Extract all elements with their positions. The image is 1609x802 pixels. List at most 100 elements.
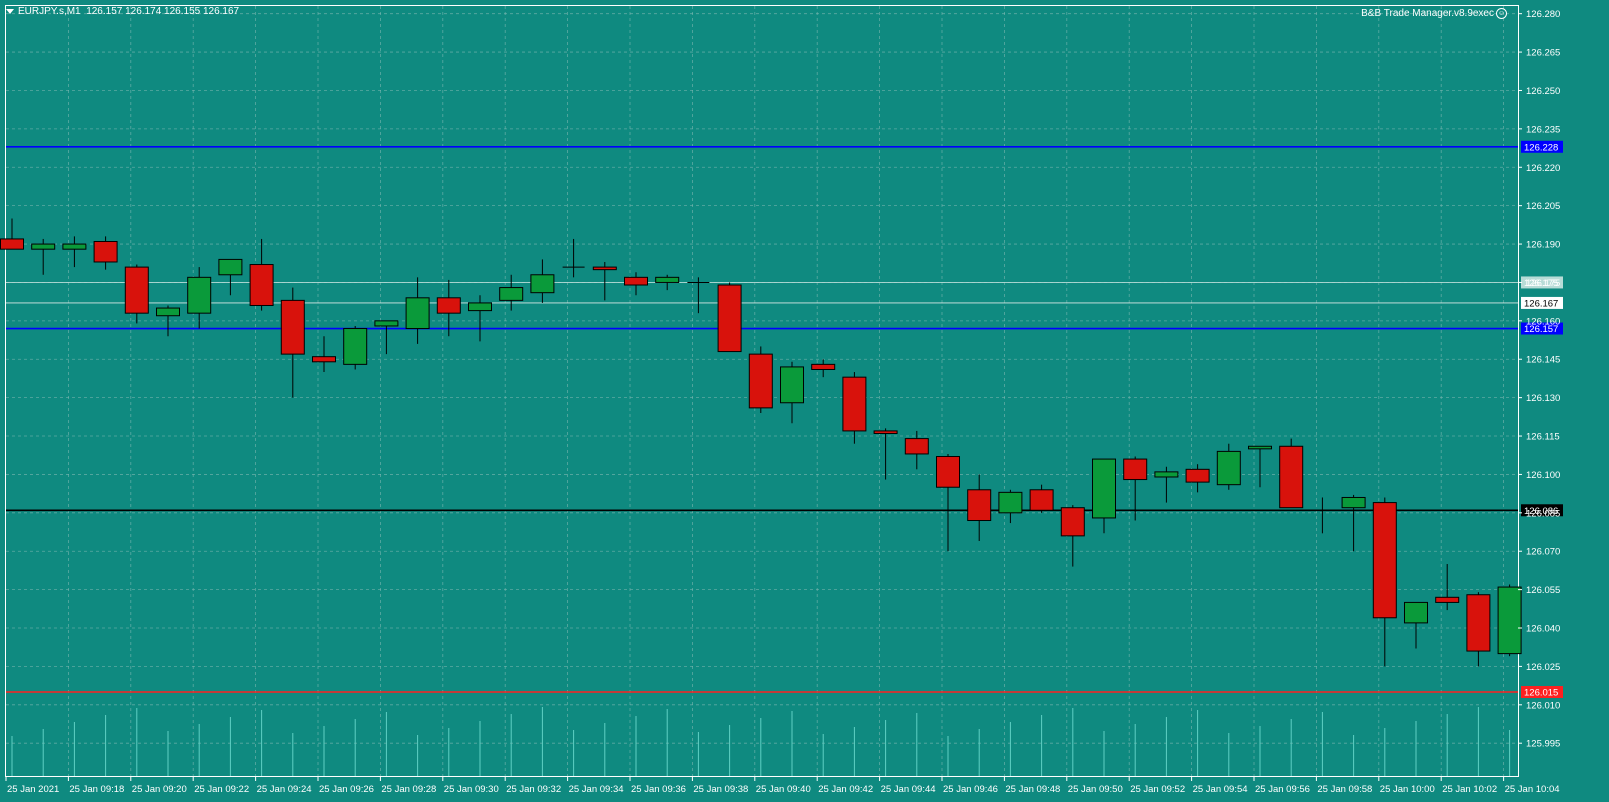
y-tick-label: 126.130 — [1526, 393, 1560, 404]
x-tick-label: 25 Jan 2021 — [7, 784, 59, 795]
x-tick-label: 25 Jan 09:50 — [1068, 784, 1123, 795]
y-tick-label: 126.040 — [1526, 624, 1560, 635]
candle-bear — [748, 353, 773, 409]
candle-bull — [499, 287, 524, 301]
x-tick-label: 25 Jan 09:18 — [69, 784, 124, 795]
candle-bull — [1154, 471, 1179, 478]
candle-bear — [1435, 596, 1460, 603]
x-tick-label: 25 Jan 09:30 — [444, 784, 499, 795]
candle-bull — [1092, 458, 1116, 519]
x-tick-label: 25 Jan 09:28 — [381, 784, 436, 795]
candle-bear — [811, 363, 836, 370]
candle-bear — [1060, 507, 1085, 537]
candle-bull — [218, 258, 243, 276]
candle-bull — [1216, 450, 1241, 486]
candle-bear — [93, 240, 118, 263]
y-tick-label: 126.220 — [1526, 163, 1560, 174]
x-tick-label: 25 Jan 09:36 — [631, 784, 686, 795]
candle-bull — [655, 276, 680, 283]
x-tick-label: 25 Jan 09:32 — [506, 784, 561, 795]
x-tick-label: 25 Jan 09:34 — [569, 784, 624, 795]
y-tick-label: 126.025 — [1526, 662, 1560, 673]
candle-bull — [468, 302, 492, 312]
y-tick-label: 126.190 — [1526, 240, 1560, 251]
candle-bear — [717, 284, 742, 353]
symbol-label: EURJPY.s,M1 — [18, 6, 81, 17]
x-tick-label: 25 Jan 09:24 — [257, 784, 312, 795]
candle-bear — [1123, 458, 1148, 481]
candle-bull — [780, 366, 804, 404]
y-tick-label: 126.145 — [1526, 355, 1560, 366]
candle-bear — [592, 266, 617, 271]
candle-bear — [1372, 502, 1397, 619]
x-tick-label: 25 Jan 09:26 — [319, 784, 374, 795]
x-tick-label: 25 Jan 09:52 — [1130, 784, 1185, 795]
y-axis: 126.280 126.265 126.250 126.235 126.220 126.2… — [1518, 9, 1560, 750]
y-tick-label: 126.055 — [1526, 585, 1560, 596]
candle-bull — [405, 297, 430, 330]
candle-bull — [374, 320, 399, 327]
x-tick-label: 25 Jan 09:48 — [1005, 784, 1060, 795]
expert-name: B&B Trade Manager.v8.9exec — [1361, 8, 1494, 20]
x-tick-label: 25 Jan 09:56 — [1255, 784, 1310, 795]
y-tick-label: 126.010 — [1526, 700, 1560, 711]
horizontal-lines-layer: 126.228126.157126.086126.015126.175126.1… — [6, 140, 1563, 699]
candle-bull — [187, 276, 212, 314]
candle-bull — [1404, 601, 1428, 624]
x-tick-label: 25 Jan 09:46 — [943, 784, 998, 795]
candle-bull — [31, 243, 56, 250]
candle-bear — [1185, 468, 1210, 483]
bid-line-label: 126.167 — [1524, 298, 1558, 309]
y-tick-label: 126.250 — [1526, 86, 1560, 97]
y-tick-label: 126.205 — [1526, 201, 1560, 212]
candlestick-chart[interactable]: 126.228126.157126.086126.015126.175126.1… — [0, 0, 1609, 802]
candle-bear — [124, 266, 149, 314]
x-tick-label: 25 Jan 09:22 — [194, 784, 249, 795]
x-tick-label: 25 Jan 09:40 — [756, 784, 811, 795]
candle-bear — [280, 299, 305, 355]
candle-bear — [624, 276, 648, 286]
candle-bull — [1497, 586, 1522, 655]
candles-layer — [0, 218, 1522, 667]
x-tick-label: 25 Jan 10:04 — [1505, 784, 1560, 795]
volume-layer — [11, 707, 1511, 776]
y-tick-label: 126.160 — [1526, 316, 1560, 327]
y-tick-label: 126.175 — [1526, 278, 1560, 289]
candle-bear — [967, 489, 992, 522]
x-tick-label: 25 Jan 10:02 — [1442, 784, 1497, 795]
candle-bull — [343, 328, 368, 365]
candle-bear — [1029, 489, 1054, 511]
expert-advisor-label: B&B Trade Manager.v8.9exec ☺ — [1361, 8, 1507, 19]
level-label: 126.228 — [1524, 142, 1558, 153]
y-tick-label: 126.280 — [1526, 9, 1560, 20]
smiley-icon: ☺ — [1496, 8, 1507, 19]
y-tick-label: 126.085 — [1526, 508, 1560, 519]
chart-header: EURJPY.s,M1 126.157 126.174 126.155 126.… — [6, 6, 239, 17]
x-tick-label: 25 Jan 09:54 — [1193, 784, 1248, 795]
y-tick-label: 125.995 — [1526, 739, 1560, 750]
x-tick-label: 25 Jan 09:20 — [132, 784, 187, 795]
candle-bear — [842, 376, 867, 432]
candle-bear — [1466, 594, 1491, 652]
level-label: 126.015 — [1524, 688, 1558, 699]
y-tick-label: 126.115 — [1526, 432, 1560, 443]
price-chart[interactable]: 126.228 126.157 126.086 126.015 126.175 126.1… — [0, 0, 1609, 802]
y-tick-label: 126.265 — [1526, 48, 1560, 59]
x-tick-label: 25 Jan 09:38 — [693, 784, 748, 795]
candle-bull — [62, 243, 87, 250]
x-tick-label: 25 Jan 09:44 — [881, 784, 936, 795]
candle-bull — [1248, 445, 1272, 450]
candle-bull — [1341, 496, 1366, 509]
candle-bull — [156, 307, 180, 317]
y-tick-label: 126.070 — [1526, 547, 1560, 558]
x-axis: 25 Jan 2021 25 Jan 09:18 25 Jan 09:20 25 Ja… — [5, 777, 1560, 795]
x-tick-label: 25 Jan 09:58 — [1317, 784, 1372, 795]
x-tick-label: 25 Jan 09:42 — [818, 784, 873, 795]
y-tick-label: 126.100 — [1526, 470, 1560, 481]
candle-bear — [0, 238, 24, 250]
candle-bull — [998, 491, 1023, 514]
candle-bear — [312, 356, 336, 363]
dropdown-triangle-icon[interactable] — [6, 8, 14, 14]
x-tick-label: 25 Jan 10:00 — [1380, 784, 1435, 795]
candle-bull — [530, 274, 555, 294]
